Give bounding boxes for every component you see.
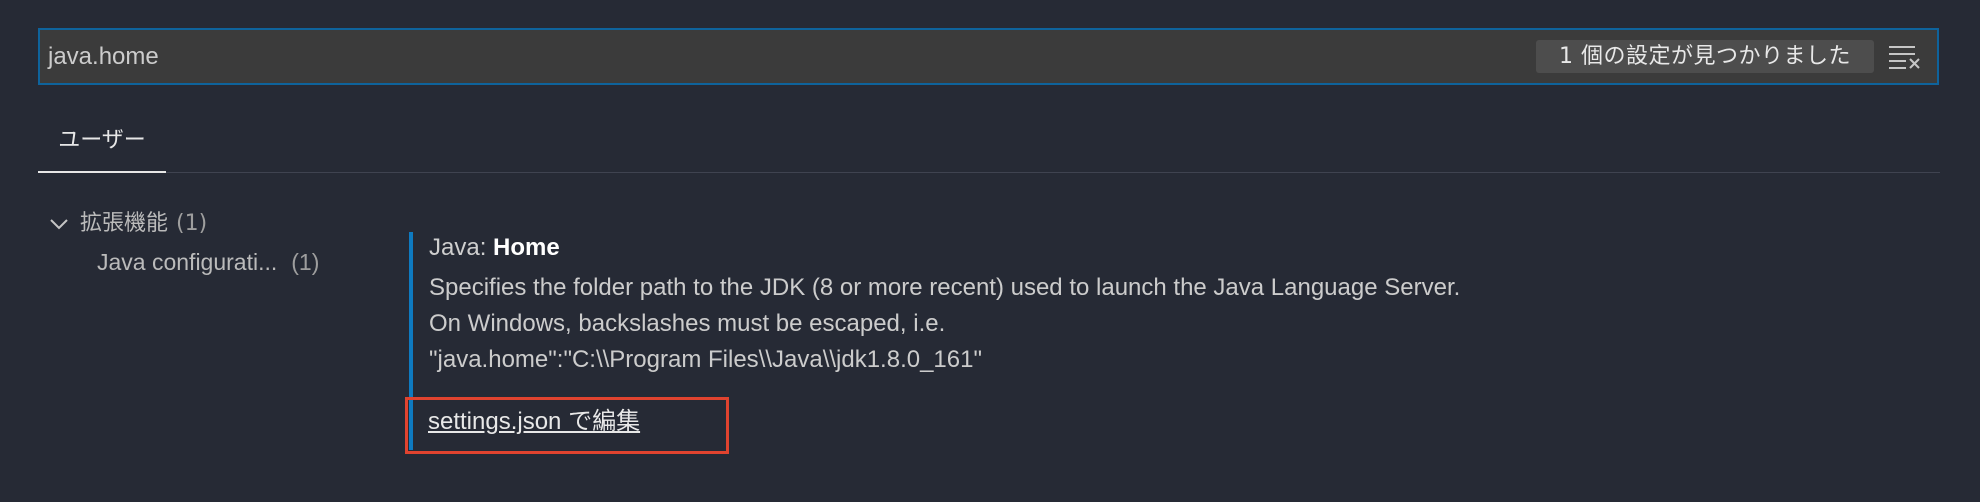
settings-toc: 拡張機能 (1) Java configurati... (1)	[48, 206, 368, 282]
setting-description: Specifies the folder path to the JDK (8 …	[429, 270, 1609, 378]
toc-item-java-configuration[interactable]: Java configurati... (1)	[48, 242, 368, 282]
settings-scope-tabs: ユーザー	[38, 116, 1940, 173]
result-count-badge: 1 個の設定が見つかりました	[1536, 40, 1874, 73]
description-line: Specifies the folder path to the JDK (8 …	[429, 274, 1461, 301]
toc-group-label: 拡張機能	[80, 211, 169, 236]
description-line: On Windows, backslashes must be escaped,…	[429, 310, 946, 337]
toc-item-label: Java configurati...	[97, 249, 278, 275]
description-line: "java.home":"C:\\Program Files\\Java\\jd…	[429, 346, 982, 373]
edit-in-settings-json-link[interactable]: settings.json で編集	[428, 404, 640, 440]
setting-name: Home	[493, 234, 560, 261]
toc-group-count: (1)	[176, 211, 208, 236]
settings-search-box[interactable]: java.home 1 個の設定が見つかりました	[38, 28, 1939, 85]
setting-title: Java: Home	[429, 232, 560, 264]
chevron-down-icon	[50, 219, 68, 230]
tab-user[interactable]: ユーザー	[38, 116, 166, 173]
search-input[interactable]: java.home	[48, 30, 159, 83]
toc-group-extensions[interactable]: 拡張機能 (1)	[48, 206, 368, 242]
clear-filter-icon[interactable]	[1888, 44, 1922, 70]
toc-item-count: (1)	[291, 249, 320, 275]
setting-category: Java:	[429, 234, 494, 261]
